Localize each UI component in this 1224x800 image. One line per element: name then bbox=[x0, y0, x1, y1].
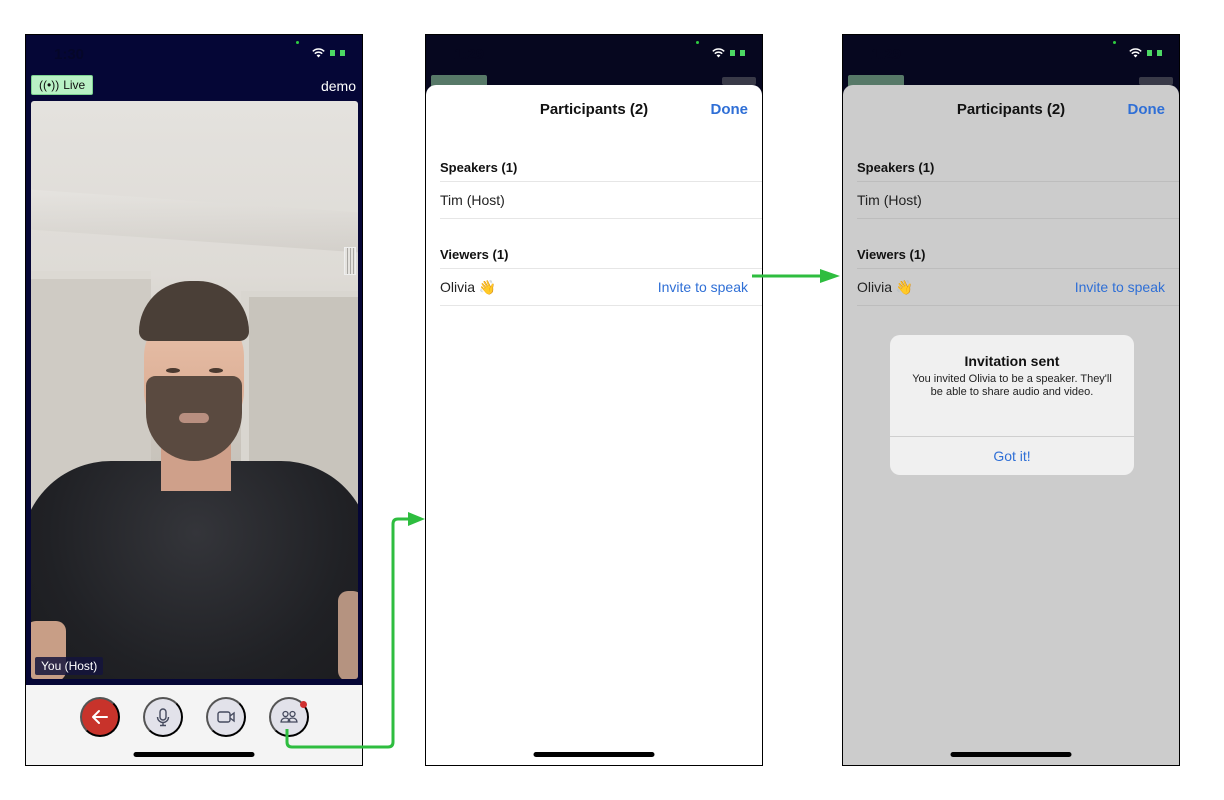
home-indicator bbox=[133, 752, 255, 757]
screen-participants: 1:29 Participants (2) Done Speakers (1) … bbox=[425, 34, 763, 766]
participants-sheet: Participants (2) Done Speakers (1) Tim (… bbox=[426, 85, 762, 765]
room-name-background bbox=[722, 77, 756, 85]
wifi-icon bbox=[1129, 48, 1142, 58]
speakers-header: Speakers (1) bbox=[857, 160, 935, 175]
viewers-header: Viewers (1) bbox=[440, 247, 509, 262]
alert-title: Invitation sent bbox=[964, 353, 1060, 369]
arrow-left-icon bbox=[92, 710, 108, 724]
broadcast-icon: ((•)) bbox=[39, 78, 60, 92]
video-name-tag: You (Host) bbox=[35, 657, 104, 675]
invite-to-speak-button[interactable]: Invite to speak bbox=[658, 279, 748, 295]
status-bar: 1:29 bbox=[426, 35, 762, 75]
done-button[interactable]: Done bbox=[711, 101, 749, 118]
leave-button[interactable] bbox=[80, 697, 120, 737]
room-name: demo bbox=[320, 78, 356, 94]
viewers-header: Viewers (1) bbox=[857, 247, 926, 262]
screen-video-call: 1:30 ((•)) Live demo You (Host) bbox=[25, 34, 363, 766]
local-video-feed: You (Host) bbox=[31, 101, 358, 679]
status-bar: 1:30 bbox=[26, 35, 362, 75]
video-camera-icon bbox=[217, 711, 235, 723]
participants-icon bbox=[280, 710, 298, 723]
call-controls bbox=[26, 685, 362, 765]
participants-button[interactable] bbox=[269, 697, 309, 737]
status-time: 1:29 bbox=[871, 46, 902, 63]
got-it-button[interactable]: Got it! bbox=[890, 437, 1134, 475]
battery-icon bbox=[330, 49, 346, 57]
status-bar: 1:29 bbox=[843, 35, 1179, 75]
camera-in-use-indicator bbox=[1113, 41, 1116, 44]
notification-dot bbox=[300, 701, 307, 708]
status-time: 1:29 bbox=[454, 46, 485, 63]
invitation-sent-alert: Invitation sent You invited Olivia to be… bbox=[890, 335, 1134, 475]
room-name-background bbox=[1139, 77, 1173, 85]
participant-name: Tim (Host) bbox=[857, 192, 922, 208]
status-time: 1:30 bbox=[54, 46, 85, 63]
participant-name: Olivia 👋 bbox=[440, 278, 497, 295]
wifi-icon bbox=[312, 48, 325, 58]
home-indicator bbox=[950, 752, 1072, 757]
participant-row: Tim (Host) bbox=[857, 181, 1179, 219]
camera-button[interactable] bbox=[206, 697, 246, 737]
participant-name: Tim (Host) bbox=[440, 192, 505, 208]
participant-row: Tim (Host) bbox=[440, 181, 762, 219]
microphone-icon bbox=[156, 708, 170, 727]
done-button[interactable]: Done bbox=[1128, 101, 1166, 118]
home-indicator bbox=[533, 752, 655, 757]
participant-name: Olivia 👋 bbox=[857, 278, 914, 295]
live-badge: ((•)) Live bbox=[31, 75, 94, 95]
participant-row: Olivia 👋 Invite to speak bbox=[857, 268, 1179, 306]
wifi-icon bbox=[712, 48, 725, 58]
participant-row: Olivia 👋 Invite to speak bbox=[440, 268, 762, 306]
flow-arrowhead bbox=[820, 269, 840, 283]
flow-arrowhead bbox=[408, 512, 425, 526]
alert-message: You invited Olivia to be a speaker. They… bbox=[912, 373, 1112, 398]
battery-icon bbox=[1147, 49, 1163, 57]
participants-sheet: Participants (2) Done Speakers (1) Tim (… bbox=[843, 85, 1179, 765]
camera-in-use-indicator bbox=[696, 41, 699, 44]
live-label: Live bbox=[63, 78, 86, 92]
screen-invitation-sent: 1:29 Participants (2) Done Speakers (1) … bbox=[842, 34, 1180, 766]
camera-in-use-indicator bbox=[296, 41, 299, 44]
wall-vent bbox=[344, 247, 356, 275]
microphone-button[interactable] bbox=[143, 697, 183, 737]
invite-to-speak-button[interactable]: Invite to speak bbox=[1075, 279, 1165, 295]
speakers-header: Speakers (1) bbox=[440, 160, 518, 175]
battery-icon bbox=[730, 49, 746, 57]
